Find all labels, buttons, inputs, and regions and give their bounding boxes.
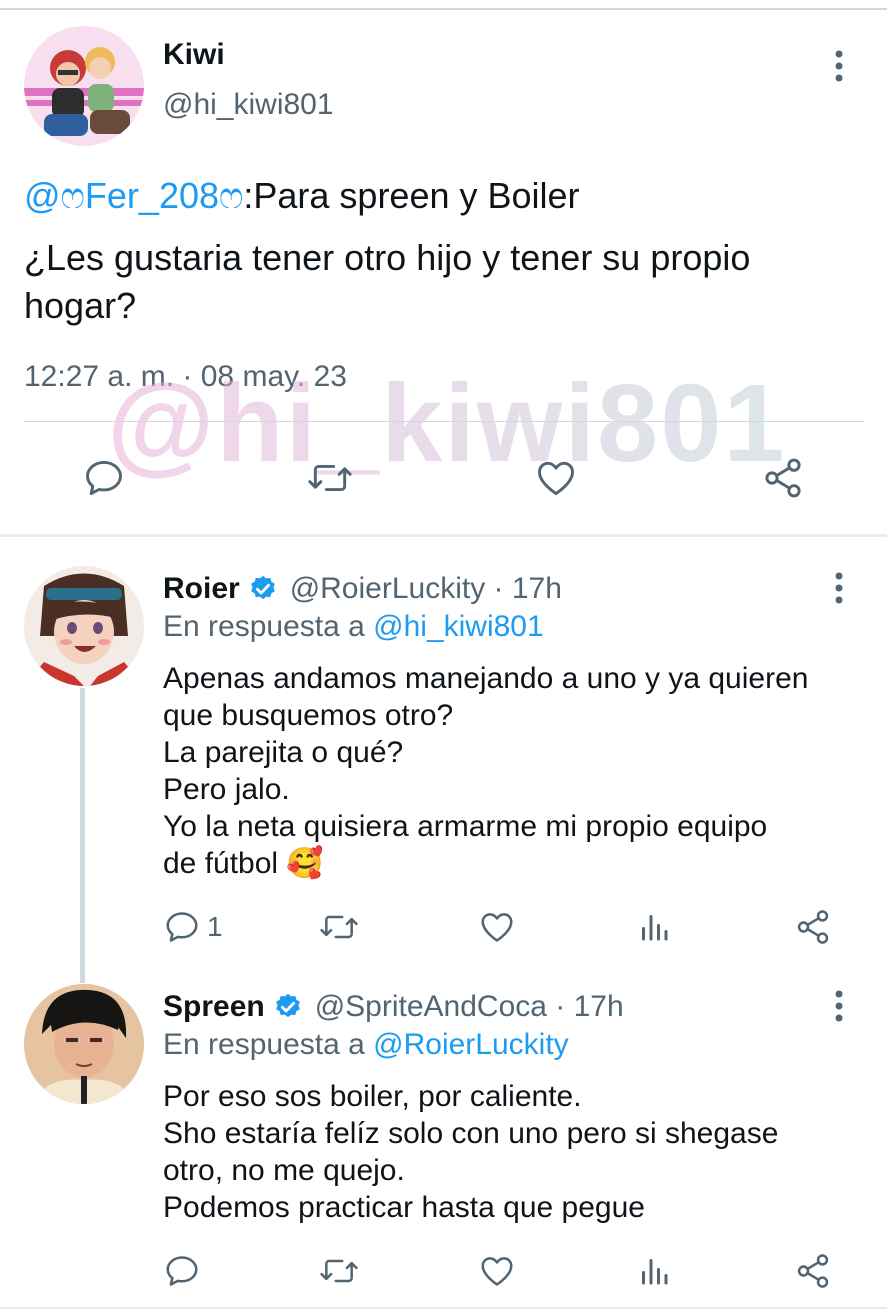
reply-header: Spreen @SpriteAndCoca · 17h <box>163 990 624 1024</box>
replying-to: En respuesta a @RoierLuckity <box>163 1028 569 1062</box>
roier-avatar[interactable] <box>24 566 144 686</box>
quoted-mention[interactable]: @ෆFer_208ෆ <box>24 175 243 216</box>
share-button[interactable] <box>794 908 832 946</box>
tweet-more-button[interactable] <box>829 48 849 84</box>
heart-icon <box>481 913 513 942</box>
comment-icon <box>166 1256 198 1286</box>
reply-count: 1 <box>207 911 223 942</box>
comment-icon <box>166 912 198 942</box>
reply-author-handle[interactable]: @SpriteAndCoca · 17h <box>315 990 624 1024</box>
tweet-timestamp[interactable]: 12:27 a. m. · 08 may. 23 <box>24 360 347 394</box>
replying-to: En respuesta a @hi_kiwi801 <box>163 610 544 644</box>
author-name[interactable]: Kiwi <box>163 38 225 72</box>
views-button[interactable] <box>636 1252 672 1290</box>
reply-more-button[interactable] <box>829 988 849 1024</box>
reply-line: que busquemos otro? <box>163 699 454 732</box>
share-icon <box>797 1254 829 1288</box>
reply-more-button[interactable] <box>829 570 849 606</box>
like-button[interactable] <box>477 1252 517 1290</box>
reply-line: Por eso sos boiler, por caliente. <box>163 1080 582 1113</box>
reply-button[interactable] <box>82 456 126 500</box>
heart-icon <box>481 1257 513 1286</box>
reply-line: Podemos practicar hasta que pegue <box>163 1191 645 1224</box>
like-button[interactable] <box>477 908 517 946</box>
reply-line: Yo la neta quisiera armarme mi propio eq… <box>163 810 768 843</box>
spreen-avatar[interactable] <box>24 984 144 1104</box>
analytics-icon <box>642 1259 668 1285</box>
author-handle[interactable]: @hi_kiwi801 <box>163 88 334 122</box>
more-vertical-icon <box>835 990 843 1022</box>
retweet-icon <box>308 464 352 492</box>
share-button[interactable] <box>760 456 806 500</box>
section-divider <box>0 534 887 537</box>
views-button[interactable] <box>636 908 672 946</box>
kiwi-avatar[interactable] <box>24 26 144 146</box>
reply-line: Pero jalo. <box>163 773 290 806</box>
share-icon <box>797 910 829 944</box>
reply-line: La parejita o qué? <box>163 736 404 769</box>
replying-to-label: En respuesta a <box>163 610 374 643</box>
retweet-button[interactable] <box>318 908 360 946</box>
like-button[interactable] <box>533 456 579 500</box>
reply-text: Por eso sos boiler, por caliente. Sho es… <box>163 1078 863 1226</box>
reply-author-handle[interactable]: @RoierLuckity · 17h <box>290 572 562 606</box>
more-vertical-icon <box>835 572 843 604</box>
top-divider <box>0 8 887 10</box>
replying-to-mention[interactable]: @hi_kiwi801 <box>373 610 544 643</box>
reply-text: Apenas andamos manejando a uno y ya quie… <box>163 660 863 882</box>
reply-header: Roier @RoierLuckity · 17h <box>163 572 562 606</box>
reply-button[interactable] <box>163 1252 207 1290</box>
retweet-icon <box>320 1259 358 1283</box>
verified-badge-icon <box>275 993 300 1018</box>
quote-text: :Para spreen y Boiler <box>243 175 580 216</box>
replying-to-mention[interactable]: @RoierLuckity <box>373 1028 569 1061</box>
reply-author-name[interactable]: Roier <box>163 572 240 606</box>
reply-line: de fútbol 🥰 <box>163 847 324 880</box>
thread-connector <box>80 688 85 983</box>
analytics-icon <box>642 915 668 941</box>
heart-icon <box>538 461 574 496</box>
reply-line: otro, no me quejo. <box>163 1154 405 1187</box>
comment-icon <box>86 460 122 496</box>
reply-line: Sho estaría felíz solo con uno pero si s… <box>163 1117 779 1150</box>
retweet-button[interactable] <box>306 456 354 500</box>
share-button[interactable] <box>794 1252 832 1290</box>
tweet-text: @ෆFer_208ෆ:Para spreen y Boiler ¿Les gus… <box>24 172 869 344</box>
more-vertical-icon <box>835 50 843 82</box>
reply-button[interactable]: 1 <box>163 908 223 946</box>
reply-author-name[interactable]: Spreen <box>163 990 265 1024</box>
replying-to-label: En respuesta a <box>163 1028 374 1061</box>
timestamp-divider <box>24 421 864 422</box>
verified-badge-icon <box>250 575 275 600</box>
bottom-divider <box>0 1307 887 1309</box>
tweet-question: ¿Les gustaria tener otro hijo y tener su… <box>24 237 751 326</box>
share-icon <box>765 458 801 498</box>
reply-line: Apenas andamos manejando a uno y ya quie… <box>163 662 809 695</box>
retweet-icon <box>320 915 358 939</box>
retweet-button[interactable] <box>318 1252 360 1290</box>
